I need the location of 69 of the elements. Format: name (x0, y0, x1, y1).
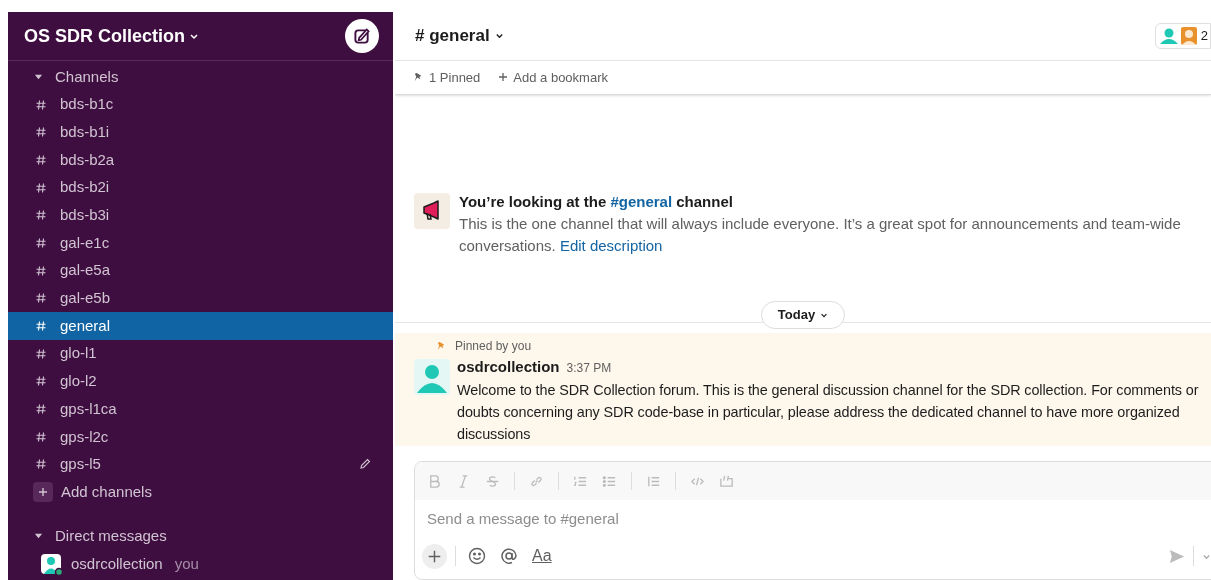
mention-icon[interactable] (500, 547, 518, 566)
chevron-icon (494, 31, 504, 41)
avatars-icon (1158, 25, 1199, 46)
edit-description-link[interactable]: Edit description (559, 237, 663, 255)
chevron-icon (189, 31, 199, 41)
avatar-icon (414, 359, 450, 396)
hash-icon (36, 293, 46, 304)
channel-item[interactable]: bds-b1i (8, 118, 393, 147)
plus-icon (33, 482, 53, 503)
message-text: Welcome to the SDR Collection forum. This is the general discussion channel for the SDR collection. For comments or doubts concerning any SDR code-base in particular, please address the dedicated channel to have more organized discussions (457, 380, 1200, 444)
intro-title: You’re looking at the #general channel (459, 192, 734, 213)
hash-icon (36, 127, 46, 138)
intro-description: This is the one channel that will always include everyone. It’s a great spot for announcements and team-wide conversations. Edit description (459, 214, 1182, 257)
megaphone-icon (414, 193, 450, 230)
channel-item[interactable]: bds-b1c (8, 90, 393, 119)
channel-item[interactable]: bds-b2i (8, 173, 393, 202)
send-icon[interactable] (1168, 547, 1185, 565)
channel-item[interactable]: bds-b3i (8, 201, 393, 230)
hash-icon (36, 182, 46, 193)
add-channels-button[interactable]: Add channels (8, 478, 393, 506)
hash-icon (36, 210, 46, 221)
formatting-button[interactable]: Aa (532, 544, 552, 569)
workspace-name[interactable]: OS SDR Collection (24, 22, 199, 50)
message-composer[interactable]: Send a message to #general Aa (414, 461, 1211, 580)
hash-icon (36, 154, 46, 165)
hash-icon (36, 459, 46, 470)
channel-link[interactable]: #general (610, 193, 673, 211)
add-bookmark-button[interactable]: Add a bookmark (498, 67, 608, 88)
hash-icon (36, 431, 46, 442)
channel-item[interactable]: general (8, 312, 393, 340)
compose-button[interactable] (345, 19, 379, 53)
pin-icon (413, 71, 424, 83)
pin-icon (436, 340, 447, 352)
hash-icon (36, 348, 46, 359)
channel-item[interactable]: gps-l1ca (8, 395, 393, 423)
plus-icon (498, 72, 509, 83)
members-button[interactable]: 2 (1154, 22, 1211, 49)
strikethrough-icon[interactable] (485, 473, 500, 489)
date-divider-button[interactable]: Today (760, 301, 846, 330)
channel-title[interactable]: # general (415, 23, 504, 49)
code-block-icon[interactable] (719, 473, 734, 489)
channel-item[interactable]: glo-l2 (8, 367, 393, 396)
section-header[interactable]: Channels (8, 63, 393, 91)
author-name[interactable]: osdrcollection (457, 356, 560, 379)
channel-item[interactable]: gal-e1c (8, 229, 393, 257)
hash-icon (36, 237, 46, 248)
pinned-button[interactable]: 1 Pinned (413, 67, 481, 88)
attach-button[interactable] (422, 543, 447, 569)
hash-icon (36, 321, 46, 332)
hash-icon (36, 265, 46, 276)
channel-item[interactable]: gal-e5a (8, 256, 393, 285)
channel-item[interactable]: glo-l1 (8, 339, 393, 368)
hash-icon (36, 376, 46, 387)
pencil-icon[interactable] (359, 458, 371, 471)
channel-item[interactable]: bds-b2a (8, 146, 393, 174)
emoji-icon[interactable] (468, 547, 486, 566)
direct-message-item[interactable]: osdrcollection you (8, 549, 393, 580)
channel-item[interactable]: gal-e5b (8, 284, 393, 313)
pinned-note: Pinned by you (455, 338, 532, 356)
channel-item[interactable]: gps-l5 (8, 450, 393, 479)
channel-item[interactable]: gps-l2c (8, 422, 393, 451)
bulleted-list-icon[interactable] (602, 473, 617, 489)
hash-icon (36, 404, 46, 415)
you-label: you (174, 554, 199, 575)
chevron-icon (820, 311, 829, 320)
bold-icon[interactable] (427, 473, 442, 489)
section-header[interactable]: Direct messages (8, 522, 393, 550)
message-time: 3:37 PM (566, 360, 612, 378)
hash-icon (36, 99, 46, 110)
